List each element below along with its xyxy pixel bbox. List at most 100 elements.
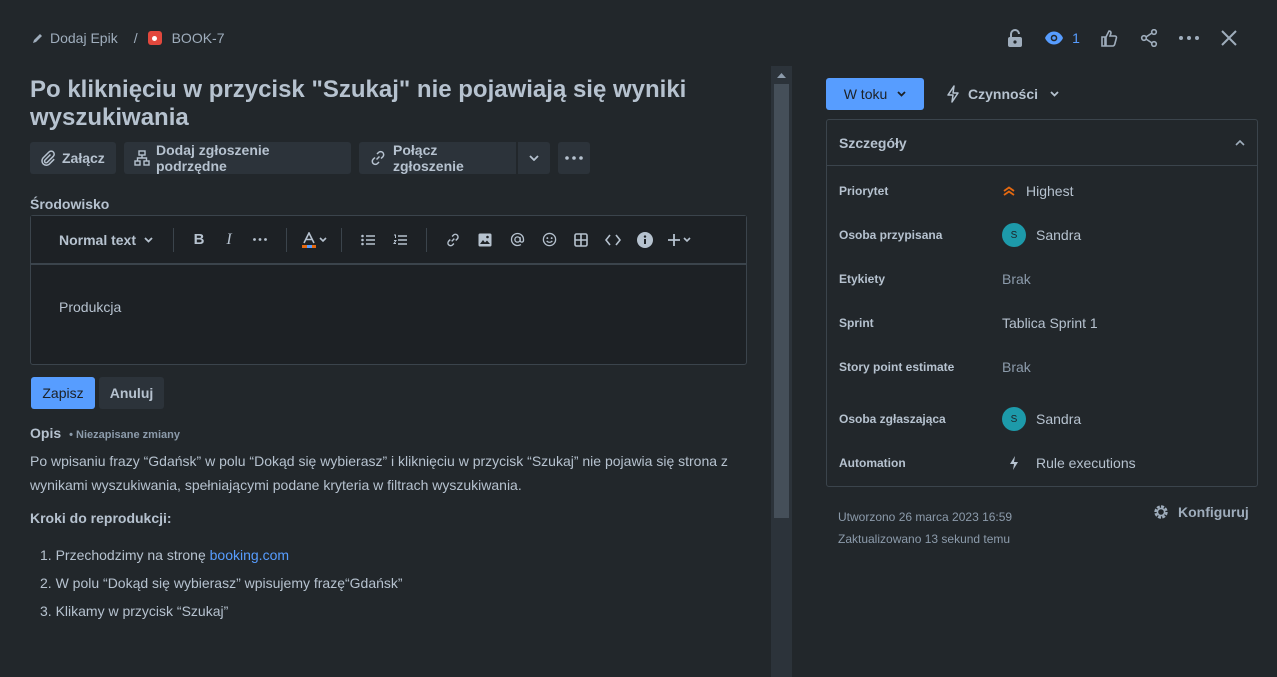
- environment-text[interactable]: Produkcja: [31, 265, 746, 349]
- environment-editor: Normal text B I Produkcja: [30, 215, 747, 365]
- list-item: 2. W polu “Dokąd się wybierasz” wpisujem…: [40, 575, 403, 591]
- description-label: Opis: [30, 425, 62, 441]
- field-label: Sprint: [839, 316, 874, 330]
- field-automation: Automation Rule executions: [839, 451, 1245, 475]
- field-value: Sandra: [1036, 411, 1082, 427]
- configure-button[interactable]: Konfiguruj: [1152, 503, 1249, 521]
- scroll-up-arrow-icon[interactable]: [771, 66, 792, 84]
- toolbar-divider: [426, 227, 427, 252]
- share-icon[interactable]: [1129, 26, 1169, 50]
- avatar: S: [1002, 223, 1026, 247]
- field-sprint: Sprint Tablica Sprint 1: [839, 311, 1245, 335]
- chevron-up-icon[interactable]: [1235, 139, 1245, 146]
- issue-key-link[interactable]: BOOK-7: [172, 30, 225, 46]
- steps-heading: Kroki do reprodukcji:: [30, 510, 172, 526]
- field-labels: Etykiety Brak: [839, 267, 1245, 291]
- eye-icon: [1044, 31, 1064, 45]
- toolbar-divider: [173, 227, 174, 252]
- lightning-icon: [946, 85, 960, 103]
- field-value: Highest: [1026, 183, 1074, 199]
- booking-link[interactable]: booking.com: [210, 547, 289, 563]
- list-item: 1. Przechodzimy na stronę booking.com: [40, 544, 403, 572]
- numbered-list-icon[interactable]: [384, 225, 416, 255]
- more-icon: [565, 156, 583, 160]
- watch-button[interactable]: 1: [1035, 26, 1089, 50]
- chevron-down-icon: [529, 155, 539, 161]
- issue-title[interactable]: Po kliknięciu w przycisk "Szukaj" nie po…: [30, 76, 750, 132]
- labels-value[interactable]: Brak: [1002, 271, 1031, 287]
- breadcrumb: Dodaj Epik / BOOK-7: [32, 28, 225, 48]
- watchers-count: 1: [1072, 30, 1080, 46]
- scrollbar-thumb[interactable]: [774, 84, 789, 518]
- field-label: Etykiety: [839, 272, 886, 286]
- insert-more-icon[interactable]: [661, 225, 697, 255]
- link-issue-dropdown-button[interactable]: [518, 142, 550, 174]
- field-value: Sandra: [1036, 227, 1082, 243]
- text-color-icon[interactable]: [297, 225, 331, 255]
- hierarchy-icon: [134, 150, 150, 166]
- gear-icon: [1152, 503, 1170, 521]
- pencil-icon: [32, 32, 44, 44]
- text-style-label: Normal text: [58, 231, 137, 248]
- code-icon[interactable]: [597, 225, 629, 255]
- story-points-value[interactable]: Brak: [1002, 359, 1031, 375]
- assignee-value[interactable]: S Sandra: [1002, 223, 1081, 247]
- info-icon[interactable]: [629, 225, 661, 255]
- more-actions-button[interactable]: [558, 142, 590, 174]
- field-assignee: Osoba przypisana S Sandra: [839, 223, 1245, 247]
- like-icon[interactable]: [1089, 26, 1129, 50]
- sprint-link[interactable]: Tablica Sprint 1: [1002, 315, 1098, 331]
- toolbar-divider: [341, 227, 342, 252]
- table-icon[interactable]: [565, 225, 597, 255]
- text-style-dropdown[interactable]: Normal text: [51, 225, 161, 255]
- issue-header-actions: 1: [995, 26, 1249, 50]
- actions-label: Czynności: [968, 86, 1039, 102]
- chevron-down-icon: [144, 236, 153, 243]
- lightning-icon: [1002, 456, 1026, 470]
- paperclip-icon: [40, 150, 56, 166]
- attach-button[interactable]: Załącz: [30, 142, 116, 174]
- actions-dropdown[interactable]: Czynności: [940, 78, 1065, 110]
- attach-label: Załącz: [62, 150, 105, 166]
- cancel-button[interactable]: Anuluj: [99, 377, 164, 409]
- lock-icon[interactable]: [995, 26, 1035, 50]
- priority-value[interactable]: Highest: [1002, 183, 1073, 199]
- mention-icon[interactable]: [501, 225, 533, 255]
- link-icon[interactable]: [437, 225, 469, 255]
- created-date: Utworzono 26 marca 2023 16:59: [838, 510, 1013, 524]
- add-epic-link[interactable]: Dodaj Epik: [50, 30, 118, 46]
- link-issue-label: Połącz zgłoszenie: [393, 142, 464, 174]
- more-formatting-icon[interactable]: [244, 225, 276, 255]
- reporter-value[interactable]: S Sandra: [1002, 407, 1081, 431]
- details-header[interactable]: Szczegóły: [827, 120, 1257, 166]
- automation-value[interactable]: Rule executions: [1002, 455, 1136, 471]
- field-label: Story point estimate: [839, 360, 955, 374]
- description-text[interactable]: Po wpisaniu frazy “Gdańsk” w polu “Dokąd…: [30, 449, 745, 497]
- status-dropdown[interactable]: W toku: [826, 78, 924, 110]
- step-text: 1. Przechodzimy na stronę: [40, 547, 210, 563]
- save-button[interactable]: Zapisz: [31, 377, 95, 409]
- description-header: Opis • Niezapisane zmiany: [30, 425, 180, 441]
- field-label: Priorytet: [839, 184, 889, 198]
- more-icon[interactable]: [1169, 26, 1209, 50]
- field-story-points: Story point estimate Brak: [839, 355, 1245, 379]
- avatar: S: [1002, 407, 1026, 431]
- image-icon[interactable]: [469, 225, 501, 255]
- steps-list: 1. Przechodzimy na stronę booking.com 2.…: [40, 544, 403, 628]
- emoji-icon[interactable]: [533, 225, 565, 255]
- issue-timestamps: Utworzono 26 marca 2023 16:59 Zaktualizo…: [838, 506, 1012, 550]
- link-icon: [369, 149, 387, 167]
- environment-label: Środowisko: [30, 196, 110, 212]
- bold-icon[interactable]: B: [184, 225, 214, 255]
- close-icon[interactable]: [1209, 26, 1249, 50]
- scrollbar[interactable]: [771, 66, 792, 677]
- link-issue-button[interactable]: Połącz zgłoszenie: [359, 142, 516, 174]
- field-label: Osoba zgłaszająca: [839, 412, 946, 426]
- italic-icon[interactable]: I: [214, 225, 244, 255]
- add-child-label: Dodaj zgłoszenie podrzędne: [156, 142, 270, 174]
- unsaved-changes-badge: • Niezapisane zmiany: [69, 429, 180, 441]
- add-child-issue-button[interactable]: Dodaj zgłoszenie podrzędne: [124, 142, 351, 174]
- bullet-list-icon[interactable]: [352, 225, 384, 255]
- configure-label: Konfiguruj: [1178, 504, 1249, 520]
- chevron-down-icon: [897, 91, 906, 97]
